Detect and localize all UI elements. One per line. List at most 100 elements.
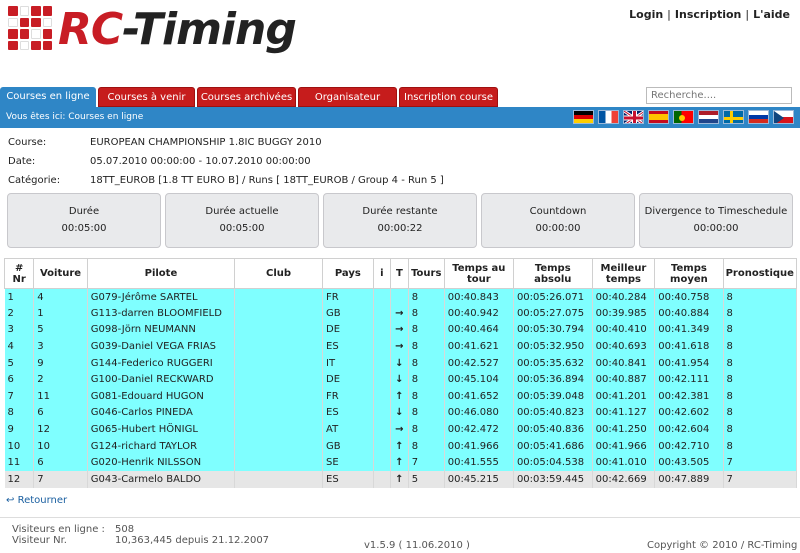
table-row[interactable]: 3 5 G098-Jörn NEUMANN DE → 8 00:40.464 00:05:30… (4, 321, 798, 339)
col-temps-tour[interactable]: Temps au tour (443, 258, 514, 289)
login-link[interactable]: Login (629, 8, 663, 21)
cell-pronostique: 8 (723, 371, 798, 389)
cell-pronostique: 8 (723, 321, 798, 339)
cell-voiture: 3 (33, 338, 88, 355)
footer-divider (0, 517, 800, 518)
cell-temps-moyen: 00:42.381 (654, 388, 724, 405)
flag-ru-icon[interactable] (748, 110, 769, 124)
cell-i (373, 321, 391, 339)
col-meilleur-temps[interactable]: Meilleur temps (591, 258, 656, 289)
flag-gb-icon[interactable] (623, 110, 644, 124)
col-i[interactable]: i (372, 258, 391, 289)
cell-voiture: 5 (33, 321, 88, 339)
aide-link[interactable]: L'aide (753, 8, 790, 21)
tab-organisateur[interactable]: Organisateur (298, 87, 397, 107)
col-pays[interactable]: Pays (322, 258, 374, 289)
table-row[interactable]: 8 6 G046-Carlos PINEDA ES ↓ 8 00:46.080 00:05:4… (4, 404, 798, 422)
flag-se-icon[interactable] (723, 110, 744, 124)
cell-voiture: 10 (33, 437, 88, 455)
table-row[interactable]: 1 4 G079-Jérôme SARTEL FR 8 00:40.843 00:05:26… (4, 288, 798, 306)
col-t[interactable]: T (389, 258, 409, 289)
col-nr[interactable]: # Nr (3, 258, 35, 289)
cell-pays: DE (322, 371, 374, 389)
cell-club (234, 354, 323, 372)
cell-nr: 8 (4, 404, 35, 422)
retour-link[interactable]: ↩ Retourner (6, 495, 67, 506)
cell-temps-absolu: 00:05:40.823 (513, 404, 593, 422)
col-temps-absolu[interactable]: Temps absolu (512, 258, 593, 289)
cell-meilleur-temps: 00:40.693 (592, 338, 656, 355)
cell-temps-absolu: 00:05:32.950 (513, 338, 593, 355)
cell-tours: 7 (408, 454, 445, 472)
cell-pronostique: 8 (723, 305, 798, 322)
cell-voiture: 11 (33, 388, 88, 405)
cell-temps-absolu: 00:05:41.686 (513, 437, 593, 455)
table-row[interactable]: 2 1 G113-darren BLOOMFIELD GB → 8 00:40.942 00:… (4, 305, 798, 322)
table-row[interactable]: 6 2 G100-Daniel RECKWARD DE ↓ 8 00:45.104 00:05… (4, 371, 798, 389)
cell-meilleur-temps: 00:40.887 (592, 371, 656, 389)
inscription-link[interactable]: Inscription (675, 8, 741, 21)
cell-i (373, 471, 391, 488)
cell-temps-absolu: 00:05:30.794 (513, 321, 593, 339)
footer-copyright: Copyright © 2010 / RC-Timing (647, 540, 798, 551)
timer-duree: Durée 00:05:00 (7, 193, 161, 248)
cell-i (373, 421, 391, 438)
cell-temps-tour: 00:41.555 (444, 454, 514, 472)
cell-pays: GB (322, 305, 374, 322)
cell-trend: → (390, 338, 409, 355)
cell-trend: ↑ (390, 454, 409, 472)
tab-courses-en-ligne[interactable]: Courses en ligne (0, 87, 96, 107)
cell-i (373, 288, 391, 306)
cell-trend: → (390, 421, 409, 438)
cell-pays: FR (322, 388, 374, 405)
col-temps-moyen[interactable]: Temps moyen (654, 258, 724, 289)
col-club[interactable]: Club (234, 258, 323, 289)
cell-temps-absolu: 00:05:27.075 (513, 305, 593, 322)
cell-club (234, 471, 323, 488)
footer-visitors: Visiteurs en ligne :508 Visiteur Nr. 10,3… (12, 524, 270, 546)
flag-cz-icon[interactable] (773, 110, 794, 124)
cell-pilote: G039-Daniel VEGA FRIAS (87, 338, 236, 355)
cell-temps-moyen: 00:42.710 (654, 437, 724, 455)
tab-inscription-course[interactable]: Inscription course (399, 87, 498, 107)
cell-tours: 5 (408, 471, 445, 488)
cell-tours: 8 (408, 288, 445, 306)
cell-pays: ES (322, 338, 374, 355)
table-row[interactable]: 5 9 G144-Federico RUGGERI IT ↓ 8 00:42.527 00:0… (4, 354, 798, 372)
cell-pronostique: 8 (723, 288, 798, 306)
table-row[interactable]: 11 6 G020-Henrik NILSSON SE ↑ 7 00:41.555 00:05… (4, 454, 798, 472)
timer-duree-actuelle: Durée actuelle 00:05:00 (165, 193, 319, 248)
cell-nr: 2 (4, 305, 35, 322)
col-pronostique[interactable]: Pronostique (722, 258, 798, 289)
col-tours[interactable]: Tours (407, 258, 445, 289)
search-input[interactable] (646, 87, 792, 104)
cell-i (373, 437, 391, 455)
cell-temps-tour: 00:45.104 (444, 371, 514, 389)
col-pilote[interactable]: Pilote (86, 258, 236, 289)
cell-i (373, 371, 391, 389)
col-voiture[interactable]: Voiture (33, 258, 88, 289)
table-row[interactable]: 12 7 G043-Carmelo BALDO ES ↑ 5 00:45.215 00:03:… (4, 471, 798, 488)
table-row[interactable]: 9 12 G065-Hubert HÖNIGL AT → 8 00:42.472 00:05:… (4, 421, 798, 438)
cell-temps-moyen: 00:41.618 (654, 338, 724, 355)
logo-text: RC-Timing (58, 4, 297, 55)
tab-courses-a-venir[interactable]: Courses à venir (98, 87, 195, 107)
cell-pilote: G124-richard TAYLOR (87, 437, 236, 455)
table-row[interactable]: 4 3 G039-Daniel VEGA FRIAS ES → 8 00:41.621 00:… (4, 338, 798, 355)
cell-trend: ↓ (390, 371, 409, 389)
table-row[interactable]: 10 10 G124-richard TAYLOR GB ↑ 8 00:41.966 00:0… (4, 437, 798, 455)
cell-pilote: G046-Carlos PINEDA (87, 404, 236, 422)
table-header: # Nr Voiture Pilote Club Pays i T Tours … (3, 258, 798, 289)
flag-pt-icon[interactable] (673, 110, 694, 124)
flag-fr-icon[interactable] (598, 110, 619, 124)
tab-courses-archivees[interactable]: Courses archivées (197, 87, 296, 107)
flag-es-icon[interactable] (648, 110, 669, 124)
cell-temps-tour: 00:42.472 (444, 421, 514, 438)
flag-de-icon[interactable] (573, 110, 594, 124)
flag-nl-icon[interactable] (698, 110, 719, 124)
cell-tours: 8 (408, 321, 445, 339)
cell-club (234, 371, 323, 389)
table-row[interactable]: 7 11 G081-Edouard HUGON FR ↑ 8 00:41.652 00:05:… (4, 388, 798, 405)
cell-pays: GB (322, 437, 374, 455)
cell-trend: ↑ (390, 388, 409, 405)
